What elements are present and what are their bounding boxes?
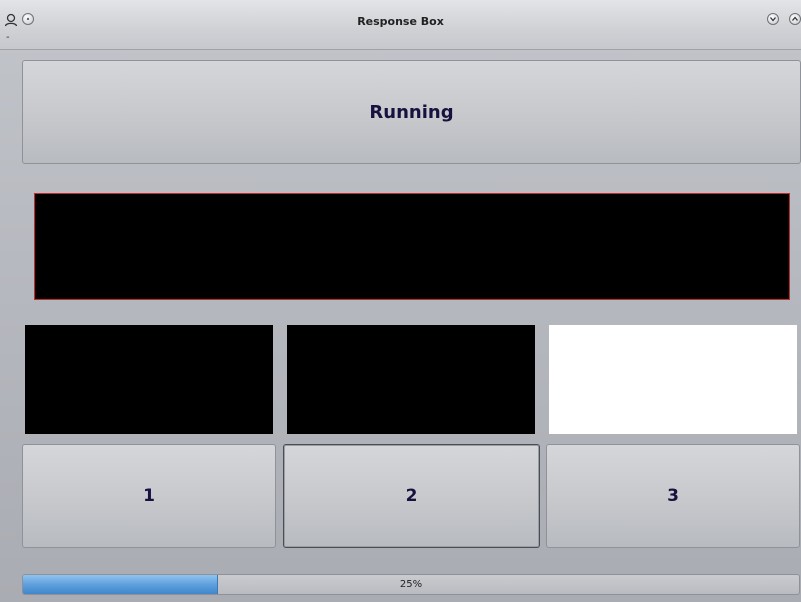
stimulus-display <box>34 193 790 300</box>
progress-label: 25% <box>399 579 423 590</box>
menu-dash-label: - <box>6 32 10 43</box>
running-status-button[interactable]: Running <box>22 60 801 164</box>
chevron-up-icon[interactable] <box>789 13 801 25</box>
stimulus-panel-2 <box>287 325 535 434</box>
title-bar[interactable]: Response Box - <box>0 0 801 50</box>
response-button-1[interactable]: 1 <box>22 444 276 548</box>
window-title: Response Box <box>357 15 444 28</box>
progress-bar: 25% <box>22 574 800 595</box>
response-button-2[interactable]: 2 <box>283 444 540 548</box>
stimulus-panel-3 <box>549 325 797 434</box>
stimulus-panel-1 <box>25 325 273 434</box>
response-button-3[interactable]: 3 <box>546 444 800 548</box>
chevron-down-icon[interactable] <box>767 13 779 25</box>
response-box-window: Response Box - Running 1 2 3 25% <box>0 0 801 602</box>
